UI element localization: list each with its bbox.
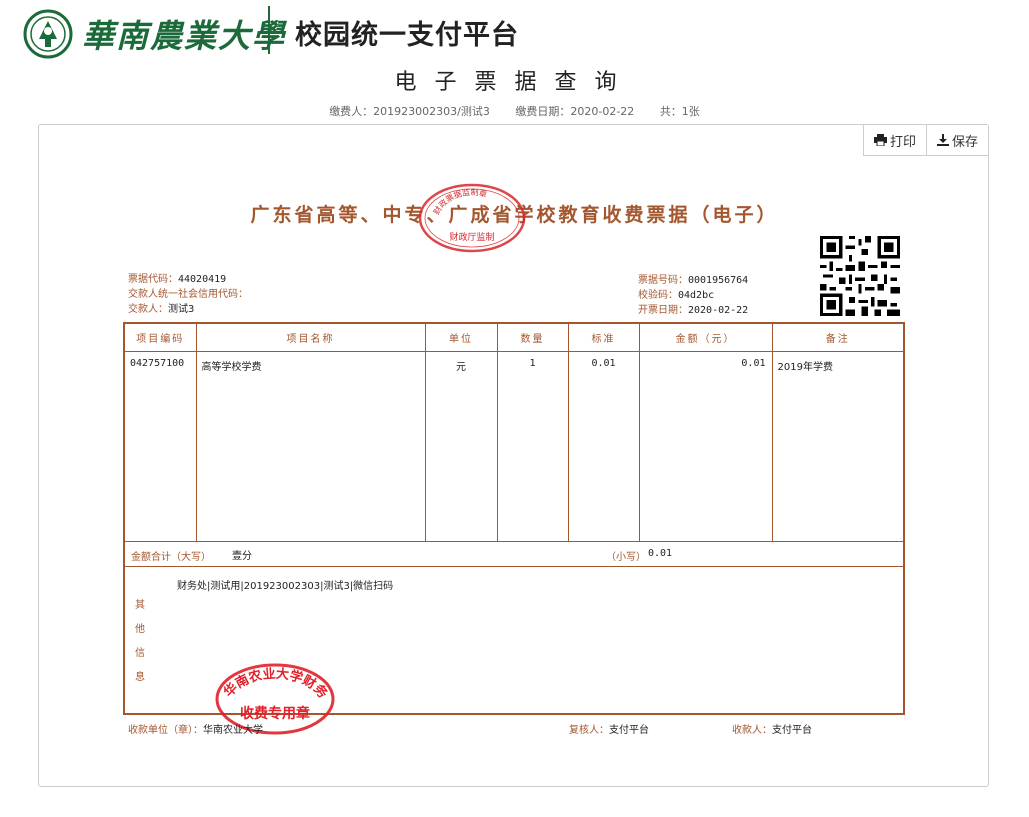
university-name: 華南農業大學 <box>82 17 287 55</box>
table-row: 042757100 高等学校学费 元 1 0.01 0.01 2019年学费 <box>125 351 903 542</box>
toolbar: 打印 保存 <box>862 125 988 156</box>
svg-text:华南农业大学财务处: 华南农业大学财务处 <box>214 662 331 702</box>
payer-line: 交款人：测试3 <box>128 304 195 315</box>
university-emblem-icon <box>23 9 73 59</box>
col-header-name: 项目名称 <box>196 324 426 352</box>
col-header-qty: 数量 <box>497 324 569 352</box>
reviewer-line: 复核人：支付平台 <box>569 725 649 736</box>
total-row: 金额合计（大写） 壹分 （小写） 0.01 <box>125 541 903 567</box>
cell-qty: 1 <box>497 351 569 542</box>
small-total-label: （小写） <box>606 552 646 563</box>
printer-icon <box>873 134 887 146</box>
header: 華南農業大學 校园统一支付平台 <box>0 0 1029 62</box>
cell-unit: 元 <box>425 351 498 542</box>
issue-date-line: 开票日期：2020-02-22 <box>638 305 749 316</box>
other-info-value: 财务处|测试用|201923002303|测试3|微信扫码 <box>177 581 394 592</box>
items-table: 项目编码 项目名称 单位 数量 标准 金额（元） 备注 042757100 高等… <box>125 324 903 542</box>
col-header-unit: 单位 <box>425 324 498 352</box>
cell-name: 高等学校学费 <box>196 351 426 542</box>
small-total-value: 0.01 <box>648 548 673 559</box>
collector-line: 收款人：支付平台 <box>732 725 812 736</box>
cell-code: 042757100 <box>125 351 197 542</box>
print-button[interactable]: 打印 <box>862 125 926 156</box>
table-header-row: 项目编码 项目名称 单位 数量 标准 金额（元） 备注 <box>125 324 903 352</box>
payee-unit-line: 收款单位（章）：华南农业大学 <box>128 725 263 736</box>
cell-amount: 0.01 <box>639 351 773 542</box>
print-label: 打印 <box>889 134 916 150</box>
receipt-code-line: 票据代码：44020419 <box>128 274 227 285</box>
cell-std: 0.01 <box>568 351 640 542</box>
credit-code-line: 交款人统一社会信用代码： <box>128 289 248 300</box>
col-header-code: 项目编码 <box>125 324 197 352</box>
finance-supervision-stamp: 财政票据监制章 财政厅监制 <box>418 183 526 253</box>
total-value: 壹分 <box>232 551 252 562</box>
stamp-bottom-inner-text: 收费专用章 <box>240 705 310 722</box>
save-button[interactable]: 保存 <box>925 125 988 156</box>
stamp-bottom-outer-text: 华南农业大学财务处 <box>214 662 331 702</box>
download-icon <box>936 134 949 146</box>
receipt-info-right: 票据号码：0001956764 校验码：04d2bc 开票日期：2020-02-… <box>638 273 748 318</box>
platform-title: 校园统一支付平台 <box>295 20 519 51</box>
col-header-amount: 金额（元） <box>639 324 773 352</box>
payer-info: 缴费人：201923002303/测试3 <box>329 105 490 118</box>
col-header-std: 标准 <box>568 324 640 352</box>
col-header-note: 备注 <box>772 324 903 352</box>
header-divider <box>268 6 270 54</box>
stamp-top-bottom-text: 财政厅监制 <box>449 231 494 243</box>
check-code-line: 校验码：04d2bc <box>638 290 715 301</box>
count-info: 共：1张 <box>659 105 700 118</box>
other-info-label: 其他信息 <box>135 600 145 683</box>
total-label: 金额合计（大写） <box>131 552 211 563</box>
receipt-table: 项目编码 项目名称 单位 数量 标准 金额（元） 备注 042757100 高等… <box>123 322 905 715</box>
page-title: 电子票据查询 <box>394 70 635 95</box>
qr-code-icon <box>820 236 900 316</box>
save-label: 保存 <box>951 134 978 150</box>
pay-date-info: 缴费日期：2020-02-22 <box>515 105 635 118</box>
receipt-number-line: 票据号码：0001956764 <box>638 275 749 286</box>
receipt-info-left: 票据代码：44020419 交款人统一社会信用代码： 交款人：测试3 <box>128 272 248 317</box>
cell-note: 2019年学费 <box>772 351 903 542</box>
meta-line: 缴费人：201923002303/测试3 缴费日期：2020-02-22 共：1… <box>0 103 1029 119</box>
